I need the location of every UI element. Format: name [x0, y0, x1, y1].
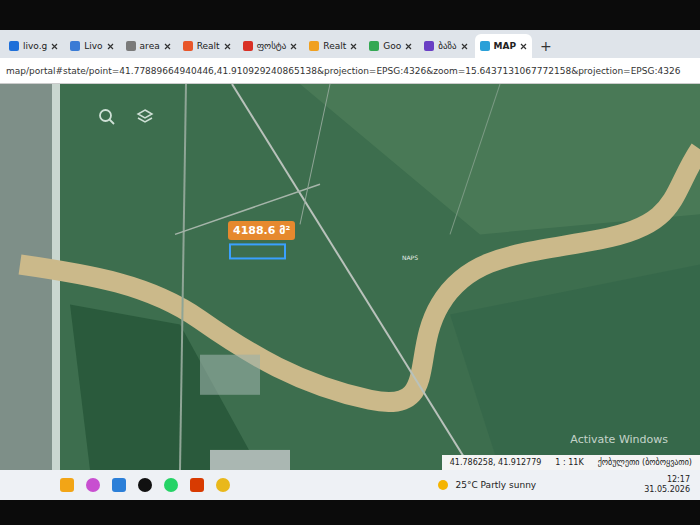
close-icon[interactable]: [107, 43, 114, 50]
close-icon[interactable]: [164, 43, 171, 50]
browser-tab[interactable]: MAP: [475, 34, 533, 58]
favicon-icon: [70, 41, 80, 51]
whatsapp-icon[interactable]: [164, 478, 178, 492]
address-bar[interactable]: map/portal#state/point=41.77889664940446…: [0, 58, 700, 84]
browser-tab[interactable]: Livo: [65, 34, 118, 58]
search-icon[interactable]: [96, 106, 118, 128]
mail-icon[interactable]: [112, 478, 126, 492]
browser-tab[interactable]: Goo: [364, 34, 417, 58]
copilot-icon[interactable]: [86, 478, 100, 492]
office-icon[interactable]: [190, 478, 204, 492]
municipality[interactable]: ქობულეთი (ბობოყვათი): [598, 458, 692, 467]
system-tray: 25°C Partly sunny 12:17 31.05.2026: [438, 475, 691, 494]
favicon-icon: [369, 41, 379, 51]
browser-tab[interactable]: Realt: [304, 34, 362, 58]
taskbar: 25°C Partly sunny 12:17 31.05.2026: [0, 470, 700, 500]
favicon-icon: [9, 41, 19, 51]
browser-tab[interactable]: ფოსტა: [238, 34, 303, 58]
map-view[interactable]: 4188.6 მ² NAPS Activate Windows 41.78625…: [0, 84, 700, 470]
folder-icon[interactable]: [60, 478, 74, 492]
layers-icon[interactable]: [134, 106, 156, 128]
tiktok-icon[interactable]: [138, 478, 152, 492]
map-toolbar: [96, 106, 156, 128]
weather-text[interactable]: 25°C Partly sunny: [456, 480, 537, 490]
close-icon[interactable]: [224, 43, 231, 50]
map-status-bar: 41.786258, 41.912779 1 : 11K ქობულეთი (ბ…: [442, 455, 700, 470]
activation-watermark: Activate Windows: [570, 433, 668, 446]
favicon-icon: [243, 41, 253, 51]
chrome-icon[interactable]: [216, 478, 230, 492]
clock[interactable]: 12:17 31.05.2026: [644, 475, 690, 494]
close-icon[interactable]: [405, 43, 412, 50]
close-icon[interactable]: [461, 43, 468, 50]
weather-icon: [438, 480, 448, 490]
browser-tab[interactable]: area: [121, 34, 176, 58]
favicon-icon: [183, 41, 193, 51]
favicon-icon: [424, 41, 434, 51]
satellite-map[interactable]: [0, 84, 700, 470]
browser-tab[interactable]: Realt: [178, 34, 236, 58]
place-label: NAPS: [402, 254, 418, 261]
close-icon[interactable]: [290, 43, 297, 50]
close-icon[interactable]: [350, 43, 357, 50]
screen: livo.g Livo area Realt ფოსტა Realt Goo ბ…: [0, 0, 700, 525]
close-icon[interactable]: [520, 43, 527, 50]
url-text[interactable]: map/portal#state/point=41.77889664940446…: [6, 66, 680, 76]
favicon-icon: [480, 41, 490, 51]
scale: 1 : 11K: [555, 458, 583, 467]
area-badge[interactable]: 4188.6 მ²: [228, 221, 295, 240]
browser-tab[interactable]: livo.g: [4, 34, 63, 58]
tab-bar: livo.g Livo area Realt ფოსტა Realt Goo ბ…: [0, 30, 700, 58]
taskbar-apps: [60, 478, 230, 492]
coordinates: 41.786258, 41.912779: [450, 458, 542, 467]
monitor-bezel: [0, 0, 700, 30]
favicon-icon: [309, 41, 319, 51]
favicon-icon: [126, 41, 136, 51]
close-icon[interactable]: [51, 43, 58, 50]
browser-tab[interactable]: ბაზა: [419, 34, 472, 58]
new-tab-button[interactable]: +: [534, 38, 558, 58]
monitor-bezel: [0, 500, 700, 525]
